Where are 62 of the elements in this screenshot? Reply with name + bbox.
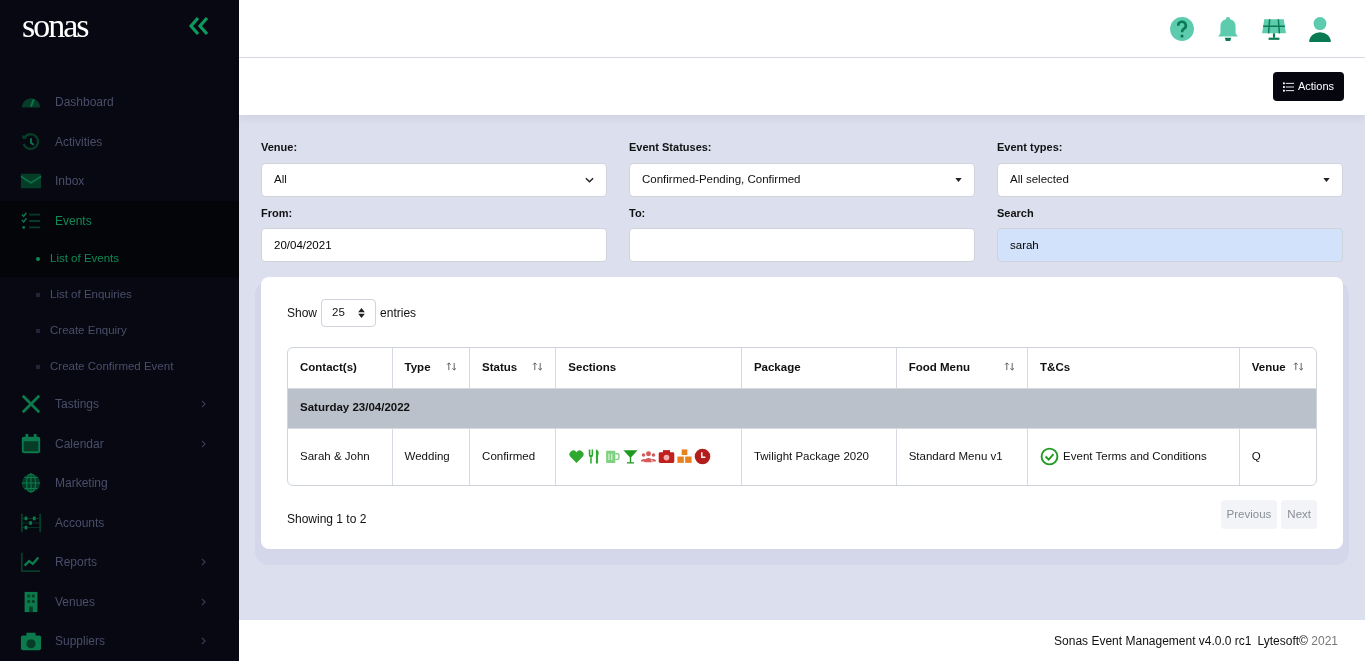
help-icon[interactable] xyxy=(1169,15,1195,42)
table-cell: Twilight Package 2020 xyxy=(741,428,897,485)
sidebar-item[interactable]: Accounts xyxy=(0,503,239,543)
sidebar-item[interactable]: Dashboard xyxy=(0,82,239,122)
page-size-select[interactable]: 25 xyxy=(321,299,377,327)
history-icon xyxy=(20,130,42,153)
submenu-item[interactable]: List of Events xyxy=(0,240,239,277)
sort-icon[interactable] xyxy=(1004,362,1016,372)
sort-icon[interactable] xyxy=(532,362,544,372)
submenu-item[interactable]: List of Enquiries xyxy=(0,276,239,313)
table-cell: Sarah & John xyxy=(288,428,393,485)
filter-label: Venue: xyxy=(261,140,299,155)
user-icon[interactable] xyxy=(1307,15,1333,42)
column-header[interactable]: Venue xyxy=(1239,348,1316,388)
table-cell: Standard Menu v1 xyxy=(896,428,1028,485)
sidebar-item[interactable]: Suppliers xyxy=(0,621,239,661)
sidebar-item[interactable]: Activities xyxy=(0,122,239,162)
table-info: Showing 1 to 2 xyxy=(287,510,367,528)
sidebar-item[interactable]: Calendar xyxy=(0,424,239,464)
filter-label: To: xyxy=(629,205,647,221)
actions-button[interactable]: Actions xyxy=(1272,72,1344,101)
filter-label: Event types: xyxy=(997,140,1064,155)
abacus-icon xyxy=(20,511,42,534)
filter-label: From: xyxy=(261,205,294,221)
sidebar-item[interactable]: Reports xyxy=(0,542,239,582)
logo-text[interactable]: sonas xyxy=(22,9,88,44)
caret-icon xyxy=(955,177,962,182)
filter-label: Event Statuses: xyxy=(629,140,713,155)
sidebar-item[interactable]: Tastings xyxy=(0,384,239,424)
multiselect-dropdown[interactable]: All selected xyxy=(997,162,1343,197)
multiselect-dropdown[interactable]: Confirmed-Pending, Confirmed xyxy=(629,162,975,197)
globe-icon xyxy=(20,472,42,495)
caret-icon xyxy=(1323,177,1330,182)
table-cell: Wedding xyxy=(392,428,470,485)
sort-arrows-icon xyxy=(358,308,366,318)
date-field[interactable]: 20/04/2021 xyxy=(261,228,607,262)
sidebar-item[interactable]: Inbox xyxy=(0,161,239,201)
submenu-item[interactable]: Create Confirmed Event xyxy=(0,348,239,385)
filter-label: Search xyxy=(997,205,1035,221)
show-label: Show xyxy=(287,305,318,322)
chevron-down-icon xyxy=(585,176,594,183)
list-icon xyxy=(1282,81,1294,92)
sidebar-item[interactable]: Venues xyxy=(0,582,239,622)
footer-copyright: Lytesoft© 2021 xyxy=(1257,632,1338,650)
search-field[interactable]: sarah xyxy=(997,228,1343,262)
date-field[interactable] xyxy=(629,228,975,262)
table-cell: Confirmed xyxy=(469,428,556,485)
group-heading: Saturday 23/04/2022 xyxy=(288,388,1316,428)
camera-icon xyxy=(20,630,42,653)
submenu-item[interactable]: Create Enquiry xyxy=(0,312,239,349)
footer-product: Sonas Event Management v4.0.0 rc1 xyxy=(1054,632,1252,650)
calendar-icon xyxy=(20,432,42,455)
sort-icon[interactable] xyxy=(446,362,458,372)
terms-link[interactable]: Event Terms and Conditions xyxy=(1063,448,1207,466)
table-cell: Q xyxy=(1239,428,1316,485)
bell-icon[interactable] xyxy=(1215,15,1241,42)
chart-icon xyxy=(20,551,42,574)
venue-select[interactable]: All xyxy=(261,162,607,197)
entries-label: entries xyxy=(380,305,417,322)
sidebar-item[interactable]: Events xyxy=(0,201,239,241)
sidebar-item[interactable]: Marketing xyxy=(0,463,239,503)
sort-icon[interactable] xyxy=(1293,362,1304,372)
